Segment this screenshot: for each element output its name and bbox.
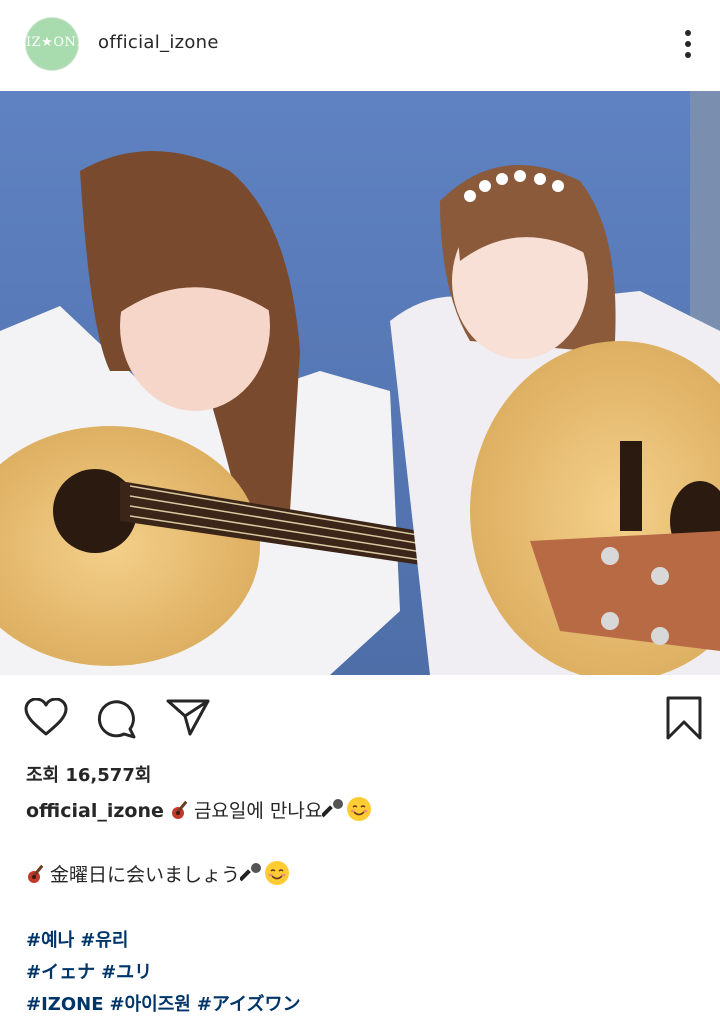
caption-line-1: official_izone 금요일에 만나요 bbox=[26, 796, 372, 827]
paper-plane-icon[interactable] bbox=[166, 698, 210, 738]
caption-line-2: 金曜日に会いましょう bbox=[26, 860, 290, 891]
photo-illustration bbox=[0, 91, 720, 675]
hashtag-row: #イェナ #ユリ bbox=[26, 958, 158, 984]
post-photo[interactable] bbox=[0, 91, 720, 675]
heart-icon[interactable] bbox=[24, 697, 68, 738]
hashtag-row: #예나 #유리 bbox=[26, 926, 134, 952]
comment-icon[interactable] bbox=[96, 698, 138, 740]
hashtag[interactable]: #イェナ bbox=[26, 962, 95, 983]
post-header: IZ★ONE official_izone bbox=[0, 0, 720, 90]
guitar-emoji bbox=[26, 861, 50, 890]
hashtag[interactable]: #아이즈원 bbox=[110, 994, 191, 1015]
bookmark-icon[interactable] bbox=[664, 696, 704, 740]
more-options-icon[interactable] bbox=[676, 26, 700, 62]
smiling-face-emoji bbox=[264, 860, 290, 891]
hashtag-row: #IZONE #아이즈원 #アイズワン bbox=[26, 990, 306, 1016]
microphone-emoji bbox=[238, 861, 264, 890]
smiling-face-emoji bbox=[346, 796, 372, 827]
guitar-emoji bbox=[170, 797, 194, 826]
avatar[interactable]: IZ★ONE bbox=[25, 17, 79, 71]
hashtag[interactable]: #アイズワン bbox=[197, 994, 301, 1015]
view-count[interactable]: 조회 16,577회 bbox=[26, 761, 151, 787]
username[interactable]: official_izone bbox=[98, 32, 219, 53]
action-bar bbox=[0, 690, 720, 750]
microphone-emoji bbox=[321, 797, 346, 826]
caption-text-japanese: 金曜日に会いましょう bbox=[50, 864, 241, 886]
hashtag[interactable]: #ユリ bbox=[101, 962, 152, 983]
hashtag[interactable]: #예나 bbox=[26, 930, 74, 951]
avatar-logo-text: IZ★ONE bbox=[26, 35, 78, 50]
caption-username[interactable]: official_izone bbox=[26, 800, 164, 822]
caption-text-korean: 금요일에 만나요 bbox=[193, 800, 323, 822]
hashtag[interactable]: #IZONE bbox=[26, 994, 104, 1015]
hashtag[interactable]: #유리 bbox=[80, 930, 128, 951]
